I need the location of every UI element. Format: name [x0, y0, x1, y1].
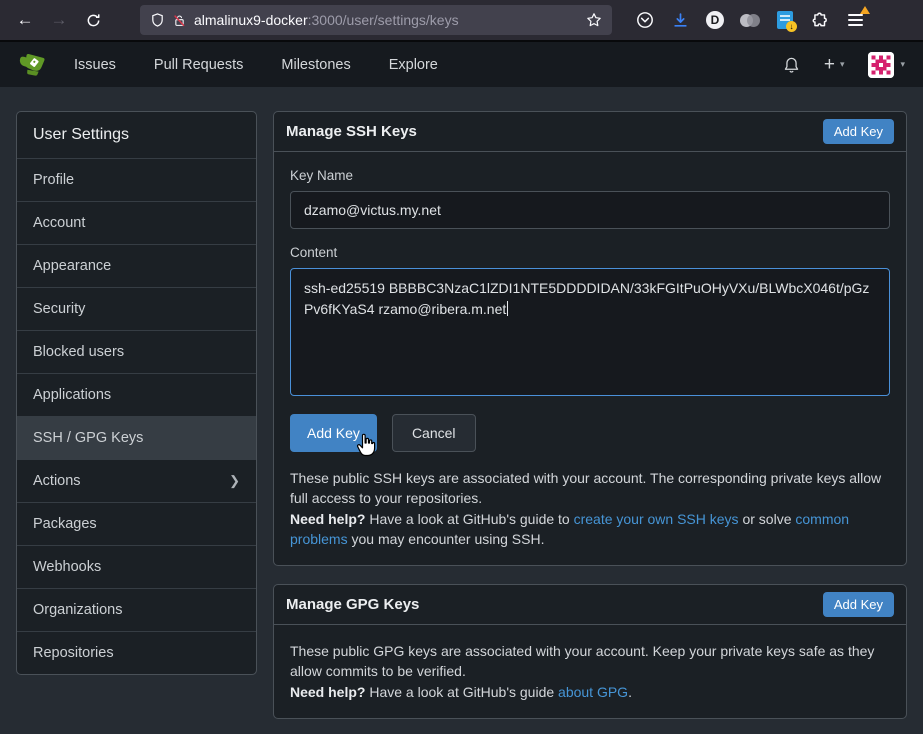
- content-label: Content: [290, 245, 890, 260]
- gpg-panel-title: Manage GPG Keys: [286, 596, 419, 613]
- key-content-textarea[interactable]: ssh-ed25519 BBBBC3NzaC1lZDI1NTE5DDDDIDAN…: [290, 268, 890, 396]
- forward-icon[interactable]: →: [44, 5, 74, 35]
- text-caret: [507, 301, 508, 316]
- create-ssh-keys-link[interactable]: create your own SSH keys: [574, 511, 739, 527]
- sidebar-item-account[interactable]: Account: [17, 202, 256, 245]
- cancel-button[interactable]: Cancel: [392, 414, 476, 452]
- nav-item-issues[interactable]: Issues: [74, 57, 116, 73]
- key-name-input[interactable]: [290, 191, 890, 229]
- insecure-lock-icon[interactable]: [173, 13, 186, 28]
- downloads-icon[interactable]: [669, 9, 691, 31]
- sidebar-item-ssh-gpg-keys[interactable]: SSH / GPG Keys: [17, 417, 256, 460]
- nav-item-explore[interactable]: Explore: [389, 57, 438, 73]
- pocket-icon[interactable]: [634, 9, 656, 31]
- gpg-add-key-toggle-button[interactable]: Add Key: [823, 592, 894, 617]
- chevron-down-icon: ▾: [840, 59, 845, 70]
- add-key-submit-button[interactable]: Add Key: [290, 414, 377, 452]
- sidebar-item-webhooks[interactable]: Webhooks: [17, 546, 256, 589]
- gitea-logo-icon[interactable]: [18, 50, 48, 80]
- update-badge-icon: [860, 6, 870, 14]
- account-container-icon[interactable]: [739, 9, 761, 31]
- browser-toolbar: ← → almalinux9-docker:3000/user/settings…: [0, 0, 923, 40]
- ssh-panel-title: Manage SSH Keys: [286, 123, 417, 140]
- user-menu[interactable]: ▾: [868, 52, 905, 78]
- menu-hamburger-icon[interactable]: [844, 9, 866, 31]
- chevron-right-icon: ❯: [229, 473, 240, 489]
- about-gpg-link[interactable]: about GPG: [558, 684, 628, 700]
- app-navbar: Issues Pull Requests Milestones Explore …: [0, 40, 923, 87]
- need-help-label: Need help?: [290, 684, 365, 700]
- sidebar-item-blocked-users[interactable]: Blocked users: [17, 331, 256, 374]
- key-name-label: Key Name: [290, 168, 890, 183]
- address-bar[interactable]: almalinux9-docker:3000/user/settings/key…: [140, 5, 612, 35]
- nav-item-pull-requests[interactable]: Pull Requests: [154, 57, 243, 73]
- sidebar-item-actions[interactable]: Actions ❯: [17, 460, 256, 503]
- gpg-help-text: These public GPG keys are associated wit…: [290, 641, 890, 702]
- ssh-help-text: These public SSH keys are associated wit…: [290, 468, 890, 549]
- shield-permissions-icon[interactable]: [150, 12, 165, 28]
- nav-links: Issues Pull Requests Milestones Explore: [74, 57, 438, 73]
- need-help-label: Need help?: [290, 511, 365, 527]
- extensions-puzzle-icon[interactable]: [809, 9, 831, 31]
- ssh-add-key-toggle-button[interactable]: Add Key: [823, 119, 894, 144]
- sidebar-item-profile[interactable]: Profile: [17, 159, 256, 202]
- sidebar-title: User Settings: [17, 112, 256, 159]
- settings-sidebar: User Settings Profile Account Appearance…: [16, 111, 257, 675]
- reload-icon[interactable]: [78, 5, 108, 35]
- url-host: almalinux9-docker: [194, 12, 308, 28]
- manage-gpg-keys-panel: Manage GPG Keys Add Key These public GPG…: [273, 584, 907, 719]
- sidebar-item-repositories[interactable]: Repositories: [17, 632, 256, 674]
- sidebar-item-security[interactable]: Security: [17, 288, 256, 331]
- avatar: [868, 52, 894, 78]
- sidebar-item-packages[interactable]: Packages: [17, 503, 256, 546]
- url-text: almalinux9-docker:3000/user/settings/key…: [194, 12, 578, 28]
- notifications-bell-icon[interactable]: [783, 56, 800, 74]
- bookmark-star-icon[interactable]: [586, 12, 602, 28]
- sidebar-item-applications[interactable]: Applications: [17, 374, 256, 417]
- back-icon[interactable]: ←: [10, 5, 40, 35]
- sidebar-item-organizations[interactable]: Organizations: [17, 589, 256, 632]
- plus-icon: +: [824, 55, 835, 74]
- manage-ssh-keys-panel: Manage SSH Keys Add Key Key Name Content…: [273, 111, 907, 566]
- chevron-down-icon: ▾: [900, 59, 905, 70]
- nav-item-milestones[interactable]: Milestones: [281, 57, 350, 73]
- browser-extension-icons: D ↓: [634, 9, 866, 31]
- translate-document-icon[interactable]: ↓: [774, 9, 796, 31]
- extension-d-icon[interactable]: D: [704, 9, 726, 31]
- sidebar-item-appearance[interactable]: Appearance: [17, 245, 256, 288]
- create-new-menu[interactable]: + ▾: [824, 55, 845, 74]
- url-path: :3000/user/settings/keys: [308, 12, 459, 28]
